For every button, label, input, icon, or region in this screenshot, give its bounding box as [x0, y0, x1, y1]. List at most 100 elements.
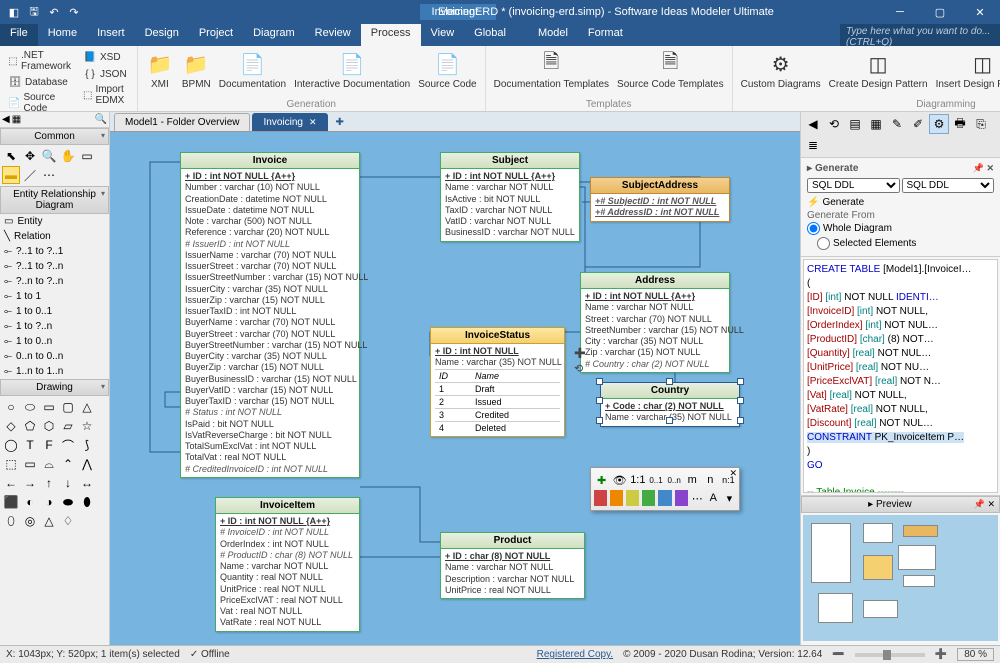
close-button[interactable]: ✕ [960, 0, 1000, 24]
tool-r2[interactable]: ⟜?..1 to ?..n [0, 259, 109, 274]
diag-cdp[interactable]: ◫Create Design Pattern [825, 48, 932, 99]
tool-line[interactable]: ／ [21, 166, 39, 184]
gen-lang-select[interactable]: SQL DDL [902, 178, 995, 193]
menu-home[interactable]: Home [38, 24, 87, 46]
status-copyright: © 2009 - 2020 Dusan Rodina; Version: 12.… [623, 649, 822, 660]
entity-subject[interactable]: Subject + ID : int NOT NULL {A++}Name : … [440, 152, 580, 242]
ribbon: ⬚.NET Framework 🗄Database 📄Source Code 📘… [0, 46, 1000, 112]
preview-header[interactable]: ▸ Preview📌 ✕ [801, 496, 1000, 513]
tb-search-icon[interactable]: 🔍 [95, 114, 107, 125]
zoom-in-icon[interactable]: ➕ [935, 649, 947, 660]
radio-whole[interactable]: Whole Diagram [807, 221, 994, 236]
tool-pointer[interactable]: ⬉ [2, 147, 20, 165]
tool-pan[interactable]: ✋ [59, 147, 77, 165]
fb-font-icon[interactable]: A [707, 490, 720, 506]
drawing-tools: ○⬭▭▢△ ◇⬠⬡▱☆ ◯TF⌒⟆ ⬚▭⌓⌃⋀ ←→↑↓↔ ⬛◐◑⬬⬮ ⬯◎△♢ [0, 396, 109, 532]
diag-custom[interactable]: ⚙Custom Diagrams [737, 48, 825, 99]
gen-xmi[interactable]: 📁XMI [142, 48, 178, 99]
maximize-button[interactable]: ▢ [920, 0, 960, 24]
gen-type-select[interactable]: SQL DDL [807, 178, 900, 193]
menu-view[interactable]: View [421, 24, 465, 46]
tool-entity[interactable]: ▭Entity [0, 214, 109, 229]
tb-left-icon[interactable]: ◀ [2, 114, 10, 125]
gen-code[interactable]: 📄Source Code [414, 48, 480, 99]
diagram-canvas[interactable]: Invoice + ID : int NOT NULL {A++}Number … [110, 132, 800, 645]
add-handle-icon[interactable]: ✚ [574, 345, 586, 362]
pane-common[interactable]: Common▾ [0, 128, 109, 145]
save-icon[interactable]: 🖫 [26, 4, 42, 20]
redo-icon[interactable]: ↷ [66, 4, 82, 20]
rev-json[interactable]: { }JSON [81, 66, 131, 82]
tool-r5[interactable]: ⟜1 to 0..1 [0, 304, 109, 319]
pane-drawing[interactable]: Drawing▾ [0, 379, 109, 396]
rev-db[interactable]: 🗄Database [6, 74, 77, 90]
zoom-value[interactable]: 80 % [957, 648, 994, 661]
tpl-code[interactable]: 🗎Source Code Templates [613, 48, 728, 99]
tool-r4[interactable]: ⟜1 to 1 [0, 289, 109, 304]
entity-invoiceitem[interactable]: InvoiceItem + ID : int NOT NULL {A++}# I… [215, 497, 360, 632]
rev-net[interactable]: ⬚.NET Framework [6, 49, 77, 73]
tool-zoom[interactable]: 🔍 [40, 147, 58, 165]
menu-project[interactable]: Project [189, 24, 243, 46]
right-pane: ◀⟲▤ ▦✎✐ ⚙🖶⎘≣ ▸Generate📌 ✕ SQL DDL SQL DD… [800, 112, 1000, 645]
tab-invoicing[interactable]: Invoicing✕ [252, 113, 327, 131]
tool-container[interactable]: ▭ [78, 147, 96, 165]
minimize-button[interactable]: ─ [880, 0, 920, 24]
entity-subjectaddress[interactable]: SubjectAddress +# SubjectID : int NOT NU… [590, 177, 730, 222]
gen-bpmn[interactable]: 📁BPMN [178, 48, 215, 99]
pane-erd[interactable]: Entity Relationship Diagram▾ [0, 186, 109, 214]
tool-r8[interactable]: ⟜0..n to 0..n [0, 349, 109, 364]
status-registered[interactable]: Registered Copy. [537, 649, 614, 660]
rev-xsd[interactable]: 📘XSD [81, 49, 131, 65]
add-tab-icon[interactable]: ✚ [330, 114, 350, 131]
zoom-out-icon[interactable]: ➖ [832, 649, 844, 660]
tool-r6[interactable]: ⟜1 to ?..n [0, 319, 109, 334]
menu-insert[interactable]: Insert [87, 24, 135, 46]
tool-r7[interactable]: ⟜1 to 0..n [0, 334, 109, 349]
status-bar: X: 1043px; Y: 520px; 1 item(s) selected … [0, 645, 1000, 663]
radio-selected[interactable]: Selected Elements [817, 236, 916, 251]
generate-button[interactable]: Generate [822, 197, 864, 208]
context-toolbar[interactable]: ✕ ✚ 👁 1:1 0..1 0..n m n n:1 [590, 467, 740, 511]
tab-overview[interactable]: Model1 - Folder Overview [114, 113, 250, 131]
menu-global[interactable]: Global [464, 24, 516, 46]
app-icon: ◧ [6, 4, 22, 20]
tool-note[interactable]: ▬ [2, 166, 20, 184]
tpl-doc[interactable]: 🗎Documentation Templates [490, 48, 613, 99]
menu-process[interactable]: Process [361, 24, 421, 46]
entity-invoicestatus[interactable]: InvoiceStatus + ID : int NOT NULLName : … [430, 327, 565, 437]
sql-output[interactable]: CREATE TABLE [Model1].[InvoiceI…( [ID] [… [803, 259, 998, 493]
rev-edmx[interactable]: ⬚Import EDMX [81, 83, 131, 107]
link-handle-icon[interactable]: ⟲ [574, 362, 583, 375]
menu-design[interactable]: Design [135, 24, 189, 46]
search-input[interactable]: Type here what you want to do... (CTRL+Q… [840, 24, 1000, 46]
tool-move[interactable]: ✥ [21, 147, 39, 165]
menu-diagram[interactable]: Diagram [243, 24, 305, 46]
entity-address[interactable]: Address + ID : int NOT NULL {A++}Name : … [580, 272, 730, 373]
close-toolbar-icon[interactable]: ✕ [729, 468, 737, 479]
gear-icon[interactable]: ⚙ [929, 114, 949, 134]
preview-image[interactable] [803, 515, 998, 641]
menu-model[interactable]: Model [528, 24, 578, 46]
fb-more-icon[interactable]: ▾ [723, 490, 736, 506]
tool-r3[interactable]: ⟜?..n to ?..n [0, 274, 109, 289]
menu-format[interactable]: Format [578, 24, 633, 46]
undo-icon[interactable]: ↶ [46, 4, 62, 20]
diag-idp[interactable]: ◫Insert Design Pattern [932, 48, 1000, 99]
zoom-slider[interactable] [855, 653, 925, 657]
gen-doc[interactable]: 📄Documentation [215, 48, 290, 99]
gen-idoc[interactable]: 📄Interactive Documentation [290, 48, 414, 99]
fb-add-icon[interactable]: ✚ [594, 472, 609, 488]
menu-bar: File Home Insert Design Project Diagram … [0, 24, 1000, 46]
tool-r1[interactable]: ⟜?..1 to ?..1 [0, 244, 109, 259]
fb-eye-icon[interactable]: 👁 [612, 472, 627, 488]
tool-relation[interactable]: ╲Relation [0, 229, 109, 244]
menu-file[interactable]: File [0, 24, 38, 46]
tool-text[interactable]: ⋯ [40, 166, 58, 184]
tool-r9[interactable]: ⟜1..n to 1..n [0, 364, 109, 379]
menu-review[interactable]: Review [305, 24, 361, 46]
title-bar: ◧ 🖫 ↶ ↷ Element InvoicingERD * (invoicin… [0, 0, 1000, 24]
entity-invoice[interactable]: Invoice + ID : int NOT NULL {A++}Number … [180, 152, 360, 478]
tb-grid-icon[interactable]: ▦ [12, 114, 21, 125]
entity-product[interactable]: Product + ID : char (8) NOT NULLName : v… [440, 532, 585, 599]
